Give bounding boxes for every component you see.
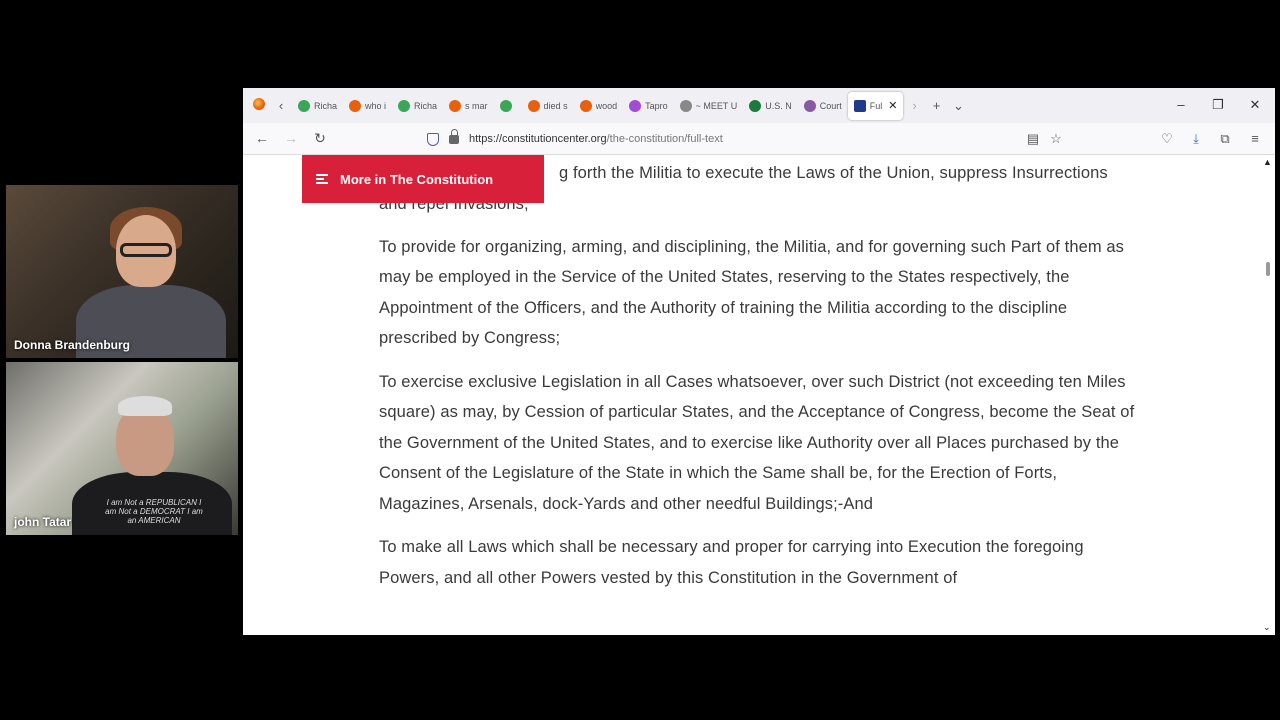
tab-label: Court: [819, 100, 842, 111]
tab-label: died s: [543, 100, 568, 111]
back-button[interactable]: ←: [252, 130, 272, 146]
participant-name: john Tatar: [14, 515, 72, 529]
tab-favicon-icon: [298, 99, 310, 112]
vertical-scrollbar[interactable]: ▲ ⌄: [1261, 155, 1275, 635]
tab-label: U.S. N: [765, 100, 792, 111]
tab-list-chevron-icon[interactable]: ⌄: [947, 98, 969, 114]
tab-favicon-icon: [527, 99, 540, 112]
url-host: https://constitutioncenter.org: [469, 133, 607, 145]
hamburger-icon: [316, 174, 328, 184]
tab-label: Richa: [414, 100, 438, 111]
browser-tab[interactable]: s mar: [443, 92, 494, 120]
tab-favicon-icon: [749, 99, 762, 112]
browser-window: ‹ Richa who i Richa s mar died s wood Tapro ~ M…: [243, 88, 1275, 635]
browser-tab[interactable]: died s: [522, 92, 574, 120]
tab-favicon-icon: [398, 99, 411, 112]
new-tab-button[interactable]: +: [925, 98, 947, 113]
pocket-icon[interactable]: ♡: [1158, 131, 1176, 147]
firefox-view-icon[interactable]: [248, 98, 270, 113]
tab-scroll-right-icon[interactable]: ›: [903, 98, 925, 113]
url-path: /the-constitution/full-text: [606, 133, 723, 145]
tab-favicon-icon: [449, 99, 462, 112]
tab-favicon-icon: [803, 99, 816, 112]
tab-favicon-icon: [629, 99, 642, 112]
app-menu-icon[interactable]: ≡: [1246, 131, 1264, 146]
tab-favicon-icon: [499, 99, 512, 112]
participant-hair: [118, 396, 172, 416]
tab-label: ~ MEET U: [695, 100, 738, 111]
browser-tab[interactable]: Ful ✕: [847, 91, 904, 120]
tab-favicon-icon: [679, 99, 692, 112]
reader-view-icon[interactable]: ▤: [1024, 131, 1042, 147]
tab-label: who i: [365, 100, 387, 111]
paragraph: To make all Laws which shall be necessar…: [379, 538, 1084, 587]
tab-favicon-icon: [579, 99, 592, 112]
browser-tab[interactable]: ~ MEET U: [674, 92, 744, 120]
tab-label: Tapro: [645, 100, 668, 111]
browser-tab[interactable]: Richa: [292, 92, 343, 120]
browser-tab[interactable]: wood: [574, 92, 624, 120]
tab-scroll-left-icon[interactable]: ‹: [270, 98, 292, 113]
screen: Donna Brandenburg I am Not a REPUBLICAN …: [0, 0, 1280, 720]
browser-tab[interactable]: [494, 92, 522, 120]
more-button-label: More in The Constitution: [340, 171, 494, 187]
browser-tab[interactable]: Tapro: [623, 92, 674, 120]
paragraph: To provide for organizing, arming, and d…: [379, 237, 1125, 348]
nav-bar: ← → ↻ https://constitutioncenter.org/the…: [243, 123, 1275, 155]
tab-label: s mar: [465, 100, 488, 111]
address-bar[interactable]: https://constitutioncenter.org/the-const…: [419, 127, 1069, 151]
browser-tab[interactable]: U.S. N: [743, 92, 798, 120]
tab-label: wood: [595, 100, 618, 111]
tab-favicon-icon: [349, 99, 362, 112]
minimize-button[interactable]: –: [1171, 97, 1191, 112]
browser-tab[interactable]: Court: [798, 92, 848, 120]
paragraph: To exercise exclusive Legislation in all…: [379, 372, 1135, 513]
constitution-text: g forth the Militia to execute the Laws …: [379, 158, 1139, 606]
tab-favicon-icon: [853, 99, 866, 112]
video-tile-donna[interactable]: Donna Brandenburg: [6, 185, 238, 358]
tab-label: Richa: [314, 100, 338, 111]
more-in-constitution-button[interactable]: More in The Constitution: [302, 155, 544, 203]
forward-button[interactable]: →: [281, 130, 301, 146]
tracking-protection-icon[interactable]: [427, 132, 439, 146]
glasses: [120, 243, 172, 257]
close-window-button[interactable]: ✕: [1245, 97, 1265, 113]
scroll-down-icon[interactable]: ⌄: [1263, 622, 1271, 633]
lock-icon[interactable]: [449, 128, 459, 144]
participant-name: Donna Brandenburg: [14, 338, 130, 352]
scrollbar-thumb[interactable]: [1266, 262, 1270, 276]
tab-bar: ‹ Richa who i Richa s mar died s wood Tapro ~ M…: [243, 88, 1275, 123]
close-tab-icon[interactable]: ✕: [888, 99, 897, 112]
video-tile-john[interactable]: I am Not a REPUBLICAN I am Not a DEMOCRA…: [6, 362, 238, 535]
extensions-icon[interactable]: ⧉: [1216, 131, 1234, 147]
restore-button[interactable]: ❐: [1208, 97, 1228, 113]
browser-tab[interactable]: Richa: [392, 92, 443, 120]
scroll-up-icon[interactable]: ▲: [1263, 157, 1272, 167]
tab-label: Ful: [869, 100, 883, 111]
tab-strip: Richa who i Richa s mar died s wood Tapro ~ MEE…: [292, 91, 904, 120]
bookmark-star-icon[interactable]: ☆: [1047, 131, 1065, 147]
browser-tab[interactable]: who i: [343, 92, 392, 120]
reload-button[interactable]: ↻: [310, 130, 330, 147]
page-content: More in The Constitution g forth the Mil…: [243, 155, 1261, 635]
shirt-text: I am Not a REPUBLICAN I am Not a DEMOCRA…: [105, 498, 203, 525]
downloads-icon[interactable]: ⤓: [1187, 131, 1205, 147]
